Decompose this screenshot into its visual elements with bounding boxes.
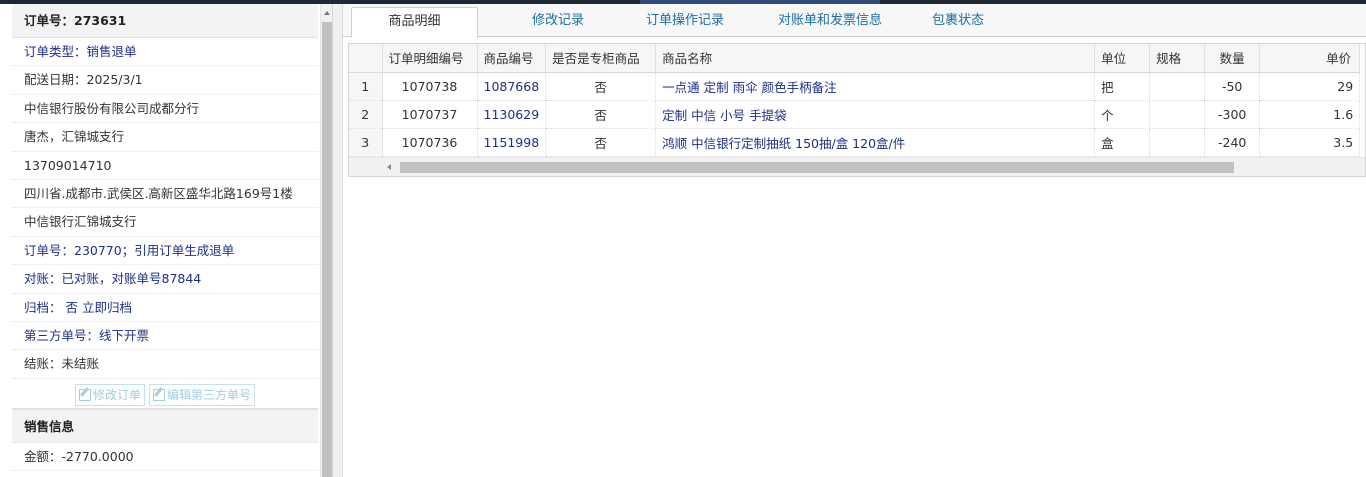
product-grid: 订单明细编号 商品编号 是否是专柜商品 商品名称 单位 规格 数量 单价 1 10… [348,43,1366,177]
edit-icon [152,388,165,401]
unit-cell: 个 [1094,100,1151,129]
col-header-index [349,44,383,73]
tab-modification-log[interactable]: 修改记录 [503,7,613,37]
table-row[interactable]: 3 1070736 1151998 否鸿顺 中信银行定制抽纸 150抽/盒 120盒/… [349,128,1361,157]
product-table: 订单明细编号 商品编号 是否是专柜商品 商品名称 单位 规格 数量 单价 1 10… [349,44,1361,157]
product-name-cell[interactable]: 鸿顺 中信银行定制抽纸 150抽/盒 120盒/件 [655,128,1096,157]
quantity-cell: -300 [1204,100,1261,129]
table-row[interactable]: 1 1070738 1087668 否一点通 定制 雨伞 颜色手柄备注把 -50 29 [349,72,1361,101]
edit-icon [78,388,91,401]
amount-row: 金额：-2770.0000 [12,443,318,472]
scroll-thumb[interactable] [322,22,332,477]
spec-cell [1149,128,1206,157]
quantity-cell: -240 [1204,128,1261,157]
col-header-counter-product[interactable]: 是否是专柜商品 [545,44,657,73]
horizontal-scrollbar[interactable] [349,157,1365,176]
info-row: 四川省.成都市.武侯区.高新区盛华北路169号1楼 [12,180,318,209]
product-name-cell[interactable]: 定制 中信 小号 手提袋 [655,100,1096,129]
table-header-row: 订单明细编号 商品编号 是否是专柜商品 商品名称 单位 规格 数量 单价 [349,44,1361,73]
spec-cell [1149,100,1206,129]
unit-price-cell: 1.6 [1259,100,1361,129]
table-row[interactable]: 2 1070737 1130629 否定制 中信 小号 手提袋个 -300 1.6 [349,100,1361,129]
detail-panel: 商品明细 修改记录 订单操作记录 对账单和发票信息 包裹状态 订单明细编号 商品… [343,4,1366,477]
order-info-list: 订单号：273631 订单类型：销售退单 配送日期：2025/3/1 中信银行股份有… [12,4,318,472]
unit-price-cell: 3.5 [1259,128,1361,157]
col-header-detail-id[interactable]: 订单明细编号 [382,44,478,73]
detail-id-cell: 1070736 [382,128,478,157]
order-actions: 修改订单 编辑第三方单号 [12,379,318,409]
edit-order-button[interactable]: 修改订单 [74,383,145,406]
info-row: 结账：未结账 [12,350,318,379]
info-row: 配送日期：2025/3/1 [12,66,318,95]
tab-product-details[interactable]: 商品明细 [351,7,478,38]
col-header-product-name[interactable]: 商品名称 [655,44,1096,73]
detail-id-cell: 1070737 [382,100,478,129]
tab-statement-invoice[interactable]: 对账单和发票信息 [760,7,900,37]
col-header-quantity[interactable]: 数量 [1204,44,1261,73]
product-id-cell[interactable]: 1130629 [477,100,547,129]
col-header-unit-price[interactable]: 单价 [1259,44,1361,73]
quantity-cell: -50 [1204,72,1261,101]
info-row: 订单号：230770；引用订单生成退单 [12,237,318,266]
info-row: 唐杰，汇锦城支行 [12,123,318,152]
tab-package-status[interactable]: 包裹状态 [921,7,995,37]
unit-price-cell: 29 [1259,72,1361,101]
row-index-cell: 2 [349,100,383,129]
col-header-spec[interactable]: 规格 [1149,44,1206,73]
col-header-product-id[interactable]: 商品编号 [477,44,547,73]
info-row: 归档： 否 立即归档 [12,294,318,322]
tab-operation-log[interactable]: 订单操作记录 [633,7,737,37]
info-row: 订单类型：销售退单 [12,38,318,67]
info-row: 中信银行汇锦城支行 [12,208,318,237]
counter-product-cell: 否 [545,72,657,101]
order-info-panel: 订单号：273631 订单类型：销售退单 配送日期：2025/3/1 中信银行股份有… [0,4,333,477]
col-header-unit[interactable]: 单位 [1094,44,1151,73]
counter-product-cell: 否 [545,100,657,129]
detail-id-cell: 1070738 [382,72,478,101]
edit-third-party-button[interactable]: 编辑第三方单号 [148,383,255,406]
product-id-cell[interactable]: 1151998 [477,128,547,157]
scroll-up-arrow-icon[interactable] [321,6,332,20]
sales-info-header: 销售信息 [12,408,318,443]
info-row: 13709014710 [12,152,318,180]
order-number-header: 订单号：273631 [12,4,318,38]
counter-product-cell: 否 [545,128,657,157]
horizontal-scroll-thumb[interactable] [400,162,1234,173]
unit-cell: 盒 [1094,128,1151,157]
row-index-cell: 1 [349,72,383,101]
tab-bar: 商品明细 修改记录 订单操作记录 对账单和发票信息 包裹状态 [343,4,1366,38]
left-scrollbar[interactable] [320,4,332,477]
product-id-cell[interactable]: 1087668 [477,72,547,101]
row-index-cell: 3 [349,128,383,157]
spec-cell [1149,72,1206,101]
info-row: 对账：已对账，对账单号87844 [12,265,318,294]
product-name-cell[interactable]: 一点通 定制 雨伞 颜色手柄备注 [655,72,1096,101]
unit-cell: 把 [1094,72,1151,101]
scroll-left-arrow-icon[interactable] [387,164,391,170]
info-row: 中信银行股份有限公司成都分行 [12,95,318,124]
panel-splitter[interactable] [333,4,343,477]
info-row: 第三方单号：线下开票 [12,322,318,351]
